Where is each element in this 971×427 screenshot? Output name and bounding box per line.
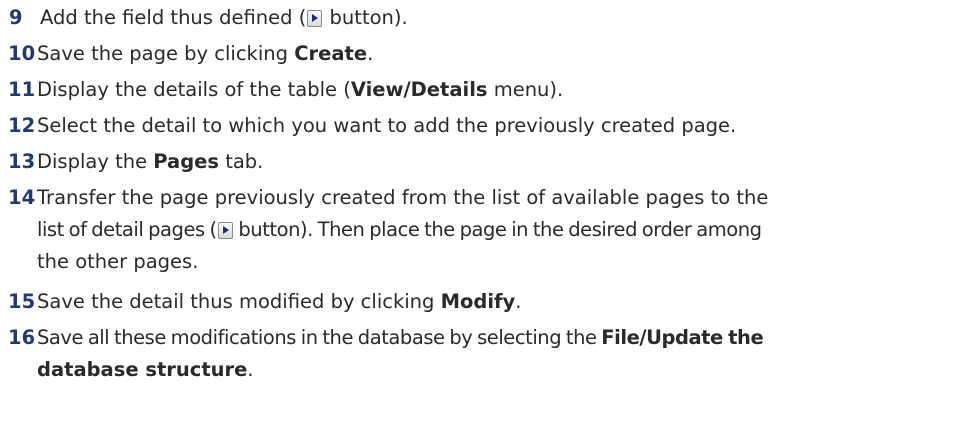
step-text: Save the page by clicking Create.	[37, 42, 374, 65]
step-number: 16	[8, 326, 36, 349]
step-number: 13	[8, 150, 36, 173]
step-text: Display the details of the table (View/D…	[37, 78, 564, 101]
instruction-steps: 9 Add the field thus defined ( button). …	[0, 0, 971, 427]
right-arrow-button-icon	[217, 222, 233, 239]
step-number: 12	[8, 114, 36, 137]
step-14: 14 Transfer the page previously created …	[8, 182, 963, 278]
step-number: 15	[8, 290, 36, 313]
step-number: 10	[8, 42, 36, 65]
step-text: Display the Pages tab.	[37, 150, 264, 173]
step-9: 9 Add the field thus defined ( button).	[8, 2, 963, 34]
step-text: Save the detail thus modified by clickin…	[37, 290, 522, 313]
step-number: 11	[8, 78, 36, 101]
step-text: Select the detail to which you want to a…	[37, 114, 737, 137]
step-text: Save all these modifications in the data…	[37, 326, 764, 381]
step-11: 11 Display the details of the table (Vie…	[8, 74, 963, 106]
step-number: 9	[9, 6, 23, 29]
step-13: 13 Display the Pages tab.	[8, 146, 963, 178]
step-text: Transfer the page previously created fro…	[37, 186, 769, 273]
right-arrow-button-icon	[307, 10, 323, 27]
step-15: 15 Save the detail thus modified by clic…	[8, 286, 963, 318]
step-12: 12 Select the detail to which you want t…	[8, 110, 963, 142]
step-text: Add the field thus defined ( button).	[40, 6, 408, 29]
step-10: 10 Save the page by clicking Create.	[8, 38, 963, 70]
step-number: 14	[8, 186, 36, 209]
step-16: 16 Save all these modifications in the d…	[8, 322, 963, 386]
